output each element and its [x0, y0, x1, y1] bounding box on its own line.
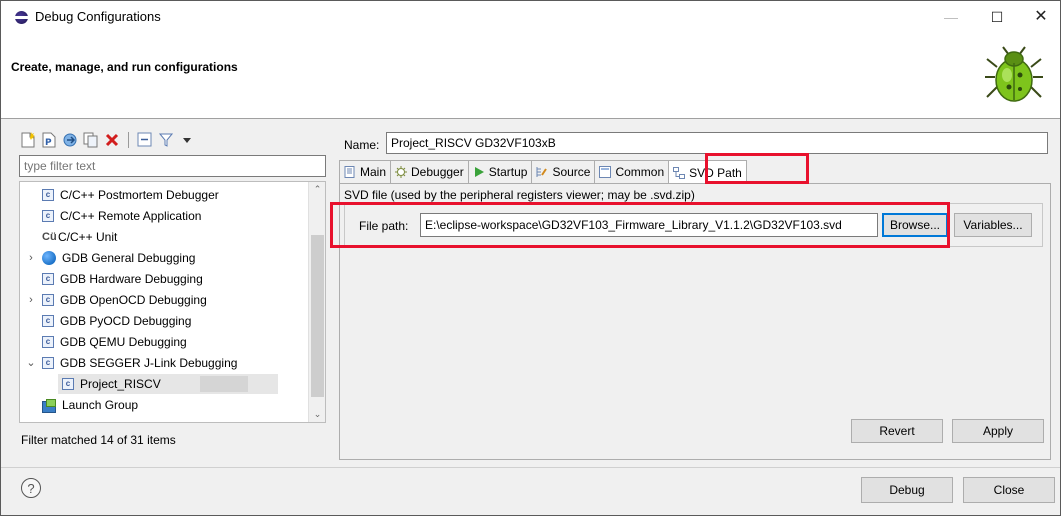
minimize-button[interactable]: —: [931, 5, 971, 29]
collapse-arrow-icon[interactable]: ⌄: [26, 356, 36, 369]
filter-input[interactable]: [19, 155, 326, 177]
dialog-header: Create, manage, and run configurations: [1, 33, 1060, 119]
tab-label: Startup: [488, 165, 528, 179]
new-config-icon[interactable]: [19, 131, 37, 149]
help-icon[interactable]: ?: [21, 478, 41, 498]
c-config-icon: c: [42, 188, 54, 201]
variables-button[interactable]: Variables...: [954, 213, 1032, 237]
tab-label: Main: [360, 165, 387, 179]
window-title: Debug Configurations: [35, 9, 161, 24]
tab-common[interactable]: Common: [594, 160, 670, 183]
tree-item-label: GDB General Debugging: [62, 250, 196, 265]
tree-item-cpp-postmortem[interactable]: c C/C++ Postmortem Debugger: [42, 184, 219, 205]
title-bar: Debug Configurations — ☐ ✕: [1, 1, 1060, 33]
new-prototype-icon[interactable]: P: [40, 131, 58, 149]
tree-item-gdb-pyocd[interactable]: c GDB PyOCD Debugging: [42, 310, 191, 331]
tree-item-label: GDB QEMU Debugging: [60, 334, 187, 349]
browse-button[interactable]: Browse...: [882, 213, 948, 237]
configuration-tree: c C/C++ Postmortem Debugger c C/C++ Remo…: [19, 181, 326, 423]
scroll-up-icon[interactable]: ⌃: [309, 184, 325, 195]
name-field[interactable]: Project_RISCV GD32VF103xB: [386, 132, 1048, 154]
c-config-icon: c: [42, 356, 54, 369]
debug-button[interactable]: Debug: [861, 477, 953, 503]
delete-icon[interactable]: [103, 131, 121, 149]
expand-arrow-icon[interactable]: ›: [26, 252, 36, 264]
tab-source[interactable]: Source: [531, 160, 596, 183]
tab-main[interactable]: Main: [339, 160, 392, 183]
tab-label: SVD Path: [689, 165, 742, 180]
apply-button[interactable]: Apply: [952, 419, 1044, 443]
footer-divider: [1, 467, 1060, 468]
tree-scrollbar[interactable]: ⌃ ⌄: [308, 182, 325, 422]
c-config-icon: c: [42, 272, 54, 285]
tab-svd-path[interactable]: SVD Path: [668, 160, 747, 184]
maximize-button[interactable]: ☐: [977, 5, 1017, 29]
export-icon[interactable]: [61, 131, 79, 149]
c-config-icon: c: [62, 377, 74, 390]
svg-text:P: P: [45, 138, 52, 148]
bug-icon: [985, 46, 1043, 102]
tree-item-gdb-segger-jlink[interactable]: ⌄ c GDB SEGGER J-Link Debugging: [26, 352, 237, 373]
file-path-label: File path:: [359, 219, 409, 233]
tree-item-cpp-unit[interactable]: Cü C/C++ Unit: [42, 226, 117, 247]
tree-item-label: GDB SEGGER J-Link Debugging: [60, 355, 238, 370]
tree-item-gdb-hardware[interactable]: c GDB Hardware Debugging: [42, 268, 203, 289]
revert-button[interactable]: Revert: [851, 419, 943, 443]
tab-label: Common: [615, 165, 665, 179]
tree-item-project-riscv[interactable]: c Project_RISCV: [62, 373, 161, 394]
header-title: Create, manage, and run configurations: [11, 60, 238, 74]
tree-item-label: Launch Group: [62, 397, 139, 412]
tree-item-label: GDB Hardware Debugging: [60, 271, 203, 286]
debugger-tab-icon: [395, 166, 408, 178]
tree-item-gdb-qemu[interactable]: c GDB QEMU Debugging: [42, 331, 187, 352]
tree-item-gdb-general[interactable]: › GDB General Debugging: [26, 247, 195, 268]
startup-tab-icon: [474, 167, 484, 177]
configurations-toolbar: P: [19, 129, 196, 151]
cpp-unit-icon: Cü: [42, 230, 57, 243]
expand-arrow-icon[interactable]: ›: [26, 294, 36, 306]
config-tabs: Main Debugger Startup Source Common SVD …: [339, 160, 747, 184]
duplicate-icon[interactable]: [82, 131, 100, 149]
debug-configurations-dialog: Debug Configurations — ☐ ✕ Create, manag…: [0, 0, 1061, 516]
launch-group-icon: [42, 398, 56, 413]
c-config-icon: c: [42, 209, 54, 222]
tab-label: Source: [552, 165, 591, 179]
main-tab-icon: [344, 166, 355, 178]
scroll-down-icon[interactable]: ⌄: [309, 409, 325, 420]
redacted-text: [200, 376, 248, 392]
source-tab-icon: [536, 167, 548, 177]
tree-item-label: C/C++ Remote Application: [60, 208, 202, 223]
tree-item-label: GDB PyOCD Debugging: [60, 313, 192, 328]
tab-startup[interactable]: Startup: [467, 160, 533, 183]
file-path-field[interactable]: E:\eclipse-workspace\GD32VF103_Firmware_…: [420, 213, 878, 237]
filter-icon[interactable]: [157, 131, 175, 149]
c-config-icon: c: [42, 314, 54, 327]
close-button[interactable]: Close: [963, 477, 1055, 503]
c-config-icon: c: [42, 335, 54, 348]
tab-label: Debugger: [411, 165, 464, 179]
tree-item-cpp-remote[interactable]: c C/C++ Remote Application: [42, 205, 201, 226]
close-window-button[interactable]: ✕: [1021, 5, 1061, 29]
collapse-all-icon[interactable]: [136, 131, 154, 149]
c-config-icon: c: [42, 293, 54, 306]
eclipse-icon: [14, 11, 29, 24]
scroll-thumb[interactable]: [311, 235, 324, 397]
tree-item-gdb-openocd[interactable]: › c GDB OpenOCD Debugging: [26, 289, 207, 310]
svd-path-tab-icon: [673, 166, 686, 179]
toolbar-separator: [128, 132, 129, 148]
tree-item-label: GDB OpenOCD Debugging: [60, 292, 207, 307]
tree-item-label: C/C++ Unit: [58, 229, 118, 244]
filter-status: Filter matched 14 of 31 items: [21, 433, 176, 447]
gdb-general-icon: [42, 250, 56, 265]
dropdown-icon[interactable]: [178, 131, 196, 149]
tree-item-label: C/C++ Postmortem Debugger: [60, 187, 219, 202]
tab-debugger[interactable]: Debugger: [390, 160, 469, 183]
svd-description: SVD file (used by the peripheral registe…: [344, 188, 695, 202]
tree-item-launch-group[interactable]: Launch Group: [42, 394, 138, 415]
common-tab-icon: [599, 166, 612, 178]
name-label: Name:: [344, 138, 380, 152]
tree-item-label: Project_RISCV: [80, 376, 161, 391]
